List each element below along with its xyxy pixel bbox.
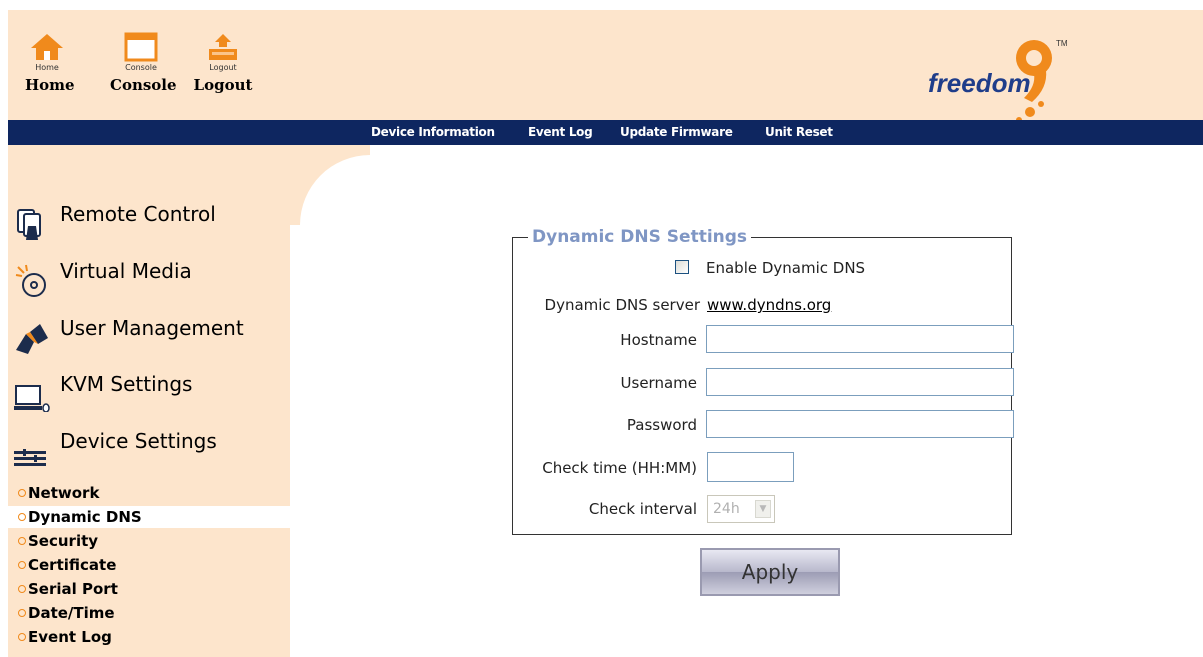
sidebar-sub-certificate[interactable]: Certificate bbox=[18, 554, 288, 576]
password-input[interactable] bbox=[706, 410, 1014, 438]
freedom9-logo: freedom TM bbox=[928, 39, 1068, 123]
home-icon bbox=[31, 34, 63, 60]
sidebar-sub-event-log[interactable]: Event Log bbox=[18, 626, 288, 648]
dns-server-link[interactable]: www.dyndns.org bbox=[707, 296, 831, 314]
enable-dynamic-dns-checkbox[interactable] bbox=[675, 260, 689, 274]
password-label: Password bbox=[626, 416, 697, 434]
sidebar-label-user-management: User Management bbox=[60, 316, 244, 340]
bullet-icon bbox=[18, 585, 26, 593]
bullet-icon bbox=[18, 609, 26, 617]
hostname-label: Hostname bbox=[620, 331, 697, 349]
check-interval-select[interactable]: 24h ▼ bbox=[707, 495, 775, 523]
remote-control-icon bbox=[17, 209, 41, 240]
sidebar-label-device-settings: Device Settings bbox=[60, 429, 217, 453]
sidebar-item-kvm-settings[interactable]: KVM Settings bbox=[14, 372, 193, 414]
nav-event-log[interactable]: Event Log bbox=[528, 125, 593, 139]
bullet-icon bbox=[18, 513, 26, 521]
sidebar-item-virtual-media[interactable]: Virtual Media bbox=[14, 259, 192, 301]
bullet-icon bbox=[18, 489, 26, 497]
sidebar-sub-network[interactable]: Network bbox=[18, 482, 288, 504]
check-time-label: Check time (HH:MM) bbox=[542, 459, 697, 477]
logo-wordmark: freedom bbox=[928, 68, 1031, 98]
kvm-settings-icon bbox=[14, 385, 50, 412]
console-icon bbox=[124, 32, 158, 62]
username-label: Username bbox=[620, 374, 697, 392]
sidebar-item-remote-control[interactable]: Remote Control bbox=[14, 202, 216, 244]
sidebar-item-device-settings[interactable]: Device Settings bbox=[14, 429, 217, 471]
logout-small-label: Logout bbox=[209, 63, 237, 72]
nav-update-firmware[interactable]: Update Firmware bbox=[620, 125, 733, 139]
sidebar-label-virtual-media: Virtual Media bbox=[60, 259, 192, 283]
user-management-icon bbox=[16, 324, 48, 354]
sidebar-sub-security[interactable]: Security bbox=[18, 530, 288, 552]
home-small-label: Home bbox=[35, 63, 59, 72]
sidebar-item-user-management[interactable]: User Management bbox=[14, 316, 244, 358]
nav-unit-reset[interactable]: Unit Reset bbox=[765, 125, 833, 139]
apply-button-label: Apply bbox=[741, 560, 799, 584]
logout-button[interactable]: Logout Logout bbox=[192, 32, 254, 94]
console-small-label: Console bbox=[125, 63, 157, 72]
username-input[interactable] bbox=[706, 368, 1014, 396]
fieldset-legend: Dynamic DNS Settings bbox=[528, 227, 752, 247]
logout-label: Logout bbox=[193, 76, 253, 94]
sidebar-label-remote-control: Remote Control bbox=[60, 202, 216, 226]
sidebar-curve-decoration bbox=[290, 145, 370, 225]
home-button[interactable]: Home Home bbox=[25, 32, 75, 94]
device-settings-icon bbox=[14, 449, 46, 466]
console-button[interactable]: Console Console bbox=[110, 32, 177, 94]
dns-server-label: Dynamic DNS server bbox=[544, 296, 700, 314]
chevron-down-icon: ▼ bbox=[755, 500, 771, 518]
sidebar-label-kvm-settings: KVM Settings bbox=[60, 372, 193, 396]
header-bar: Home Home Console Console Logout Logout … bbox=[8, 10, 1203, 123]
sub-label: Serial Port bbox=[28, 580, 118, 598]
enable-dynamic-dns-label: Enable Dynamic DNS bbox=[706, 259, 866, 277]
sidebar-sub-serial-port[interactable]: Serial Port bbox=[18, 578, 288, 600]
check-time-input[interactable] bbox=[707, 452, 794, 482]
sub-label: Date/Time bbox=[28, 604, 115, 622]
sub-label: Event Log bbox=[28, 628, 112, 646]
sub-label: Security bbox=[28, 532, 99, 550]
check-interval-label: Check interval bbox=[588, 500, 697, 518]
bullet-icon bbox=[18, 561, 26, 569]
home-label: Home bbox=[25, 76, 75, 94]
virtual-media-icon bbox=[15, 264, 46, 297]
nav-device-information[interactable]: Device Information bbox=[371, 125, 495, 139]
hostname-input[interactable] bbox=[706, 325, 1014, 353]
check-interval-value: 24h bbox=[713, 501, 740, 517]
apply-button[interactable]: Apply bbox=[700, 548, 840, 596]
sub-label: Certificate bbox=[28, 556, 117, 574]
sidebar-sub-dynamic-dns[interactable]: Dynamic DNS bbox=[8, 506, 290, 528]
bullet-icon bbox=[18, 537, 26, 545]
bullet-icon bbox=[18, 633, 26, 641]
sidebar-sub-date-time[interactable]: Date/Time bbox=[18, 602, 288, 624]
sub-label: Network bbox=[28, 484, 100, 502]
logout-icon bbox=[209, 34, 237, 60]
top-navbar: Device Information Event Log Update Firm… bbox=[8, 120, 1203, 145]
logo-tm: TM bbox=[1056, 39, 1068, 48]
console-label: Console bbox=[110, 76, 177, 94]
sub-label: Dynamic DNS bbox=[28, 508, 142, 526]
